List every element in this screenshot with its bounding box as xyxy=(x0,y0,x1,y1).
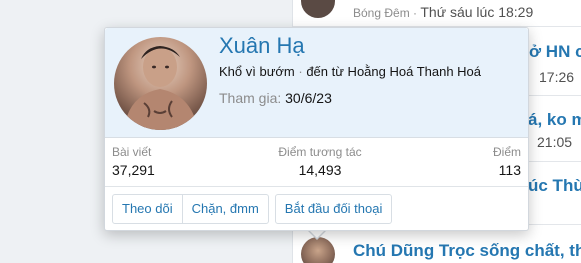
member-card-header: Xuân Hạ Khổ vì bướm · đến từ Hoằng Hoá T… xyxy=(105,28,528,138)
joined-label: Tham gia: xyxy=(219,90,282,106)
member-joined: Tham gia: 30/6/23 xyxy=(219,90,332,106)
meta-separator: · xyxy=(409,6,421,20)
stat-posts-label: Bài viết xyxy=(112,145,152,159)
thread-title[interactable]: á, ko m xyxy=(528,110,581,130)
stat-reactions-label: Điểm tương tác xyxy=(278,145,362,159)
thread-time[interactable]: 17:26 xyxy=(539,69,574,85)
divider xyxy=(105,186,528,187)
stat-posts-value[interactable]: 37,291 xyxy=(112,162,155,178)
tagline-separator: · xyxy=(294,64,307,79)
stat-reactions: Điểm tương tác 14,493 xyxy=(255,145,385,178)
thread-time[interactable]: 21:05 xyxy=(537,134,572,150)
avatar[interactable] xyxy=(301,0,335,18)
member-location: đến từ Hoằng Hoá Thanh Hoá xyxy=(306,64,482,79)
follow-ignore-group: Theo dõi Chặn, đmm xyxy=(112,194,269,224)
start-conversation-button[interactable]: Bắt đầu đối thoại xyxy=(274,194,393,224)
member-avatar[interactable] xyxy=(114,37,207,130)
ignore-button[interactable]: Chặn, đmm xyxy=(181,194,269,224)
thread-title[interactable]: úc Thù xyxy=(528,176,581,196)
thread-title[interactable]: ở HN c xyxy=(529,42,581,62)
thread-title[interactable]: Chú Dũng Trọc sống chất, thì xyxy=(353,241,581,261)
member-actions: Theo dõi Chặn, đmm Bắt đầu đối thoại xyxy=(112,194,393,224)
member-tagline: Khổ vì bướm · đến từ Hoằng Hoá Thanh Hoá xyxy=(219,64,481,79)
thread-author[interactable]: Bóng Đêm xyxy=(353,6,410,20)
avatar-photo-icon xyxy=(124,46,198,130)
thread-time[interactable]: Thứ sáu lúc 18:29 xyxy=(420,4,533,20)
stat-points-value: 113 xyxy=(498,162,521,178)
member-tooltip: Xuân Hạ Khổ vì bướm · đến từ Hoằng Hoá T… xyxy=(104,27,529,231)
follow-button[interactable]: Theo dõi xyxy=(112,194,183,224)
stat-posts[interactable]: Bài viết 37,291 xyxy=(112,145,155,178)
avatar[interactable] xyxy=(301,237,335,263)
thread-meta: Bóng Đêm · Thứ sáu lúc 18:29 xyxy=(353,4,533,20)
member-title: Khổ vì bướm xyxy=(219,64,295,79)
stat-reactions-value: 14,493 xyxy=(298,162,342,178)
joined-date: 30/6/23 xyxy=(285,90,332,106)
stat-points-label: Điểm xyxy=(492,145,521,159)
stat-points: Điểm 113 xyxy=(493,145,521,178)
member-username[interactable]: Xuân Hạ xyxy=(219,33,305,59)
